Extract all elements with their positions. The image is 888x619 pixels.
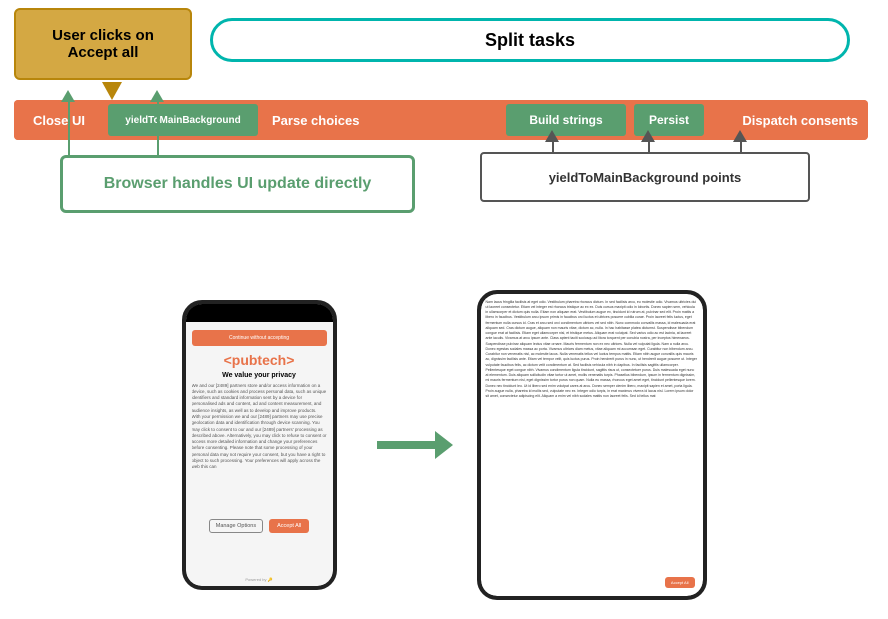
arrow-down-from-user — [102, 82, 122, 100]
phone1-logo: <pubtech> — [224, 352, 295, 368]
arrow-between-phones — [377, 441, 437, 449]
yield1-segment: yieldToMainBackground — [108, 104, 258, 136]
build-strings-segment: Build strings — [506, 104, 626, 136]
arrow-v-yield — [157, 100, 159, 155]
arrow-head-persist — [641, 130, 655, 142]
split-tasks-pill: Split tasks — [210, 18, 850, 62]
dispatch-consents-segment: Dispatch consents — [708, 100, 868, 140]
accept-all-button[interactable]: Accept All — [269, 519, 309, 533]
phone1-consent-bar: Continue without accepting — [192, 330, 327, 346]
phone2-body-text: Nam lacus fringilla facilisis at eget od… — [486, 300, 697, 399]
phone1-notch — [234, 308, 284, 318]
arrow-head-build — [545, 130, 559, 142]
phone2-text-content: Nam lacus fringilla facilisis at eget od… — [481, 294, 703, 596]
browser-handles-text: Browser handles UI update directly — [104, 175, 372, 193]
phone2: Nam lacus fringilla facilisis at eget od… — [477, 290, 707, 600]
phone1-screen: Continue without accepting <pubtech> We … — [186, 304, 333, 586]
diagram-area: User clicks on Accept all Split tasks Cl… — [0, 0, 888, 270]
parse-choices-segment: Parse choices — [262, 100, 502, 140]
yield-points-text: yieldToMainBackground points — [549, 170, 742, 185]
phone1-privacy-text: We and our [2489] partners store and/or … — [192, 383, 327, 471]
manage-options-button[interactable]: Manage Options — [209, 519, 263, 533]
browser-handles-box: Browser handles UI update directly — [60, 155, 415, 213]
arrow-shaft — [377, 441, 437, 449]
split-tasks-label: Split tasks — [485, 30, 575, 51]
arrow-head-dispatch — [733, 130, 747, 142]
arrow-head-yield — [150, 90, 164, 102]
phone1-buttons: Manage Options Accept All — [192, 519, 327, 537]
phone1-powered-by: Powered by 🔑 — [245, 577, 272, 582]
phone2-screen: Nam lacus fringilla facilisis at eget od… — [481, 294, 703, 596]
arrow-head-close — [61, 90, 75, 102]
arrow-v-close — [68, 100, 70, 155]
phone2-accept-highlight[interactable]: Accept All — [665, 577, 695, 588]
phone1-status-bar — [186, 304, 333, 322]
user-clicks-box: User clicks on Accept all — [14, 8, 192, 80]
close-ui-segment: Close UI — [14, 100, 104, 140]
user-clicks-label: User clicks on Accept all — [52, 27, 154, 61]
phone1: Continue without accepting <pubtech> We … — [182, 300, 337, 590]
phones-area: Continue without accepting <pubtech> We … — [0, 270, 888, 619]
yield-points-box: yieldToMainBackground points — [480, 152, 810, 202]
phone1-content: Continue without accepting <pubtech> We … — [186, 322, 333, 586]
phone1-privacy-title: We value your privacy — [222, 372, 296, 379]
